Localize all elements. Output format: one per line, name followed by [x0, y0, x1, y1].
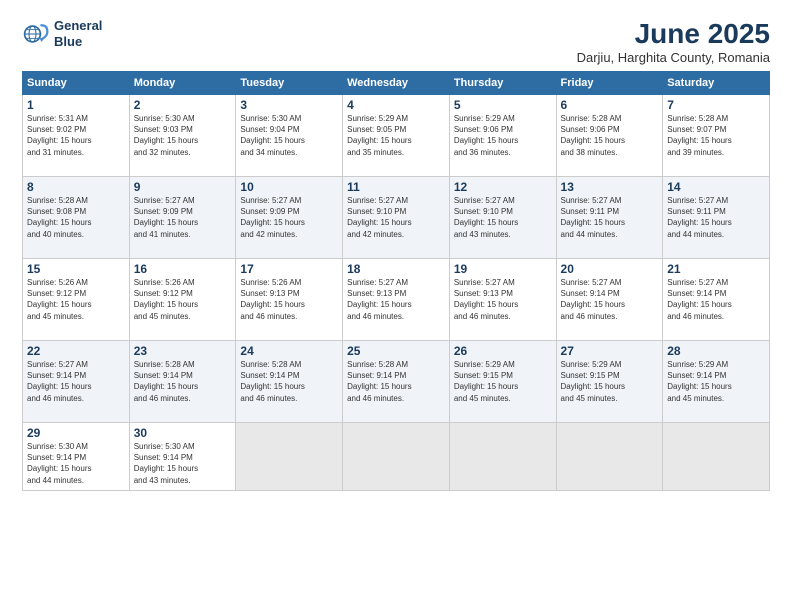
table-row: 24Sunrise: 5:28 AM Sunset: 9:14 PM Dayli…	[236, 341, 343, 423]
table-row: 18Sunrise: 5:27 AM Sunset: 9:13 PM Dayli…	[343, 259, 450, 341]
table-row: 7Sunrise: 5:28 AM Sunset: 9:07 PM Daylig…	[663, 95, 770, 177]
title-area: June 2025 Darjiu, Harghita County, Roman…	[577, 18, 770, 65]
table-row: 10Sunrise: 5:27 AM Sunset: 9:09 PM Dayli…	[236, 177, 343, 259]
table-row: 13Sunrise: 5:27 AM Sunset: 9:11 PM Dayli…	[556, 177, 663, 259]
col-sunday: Sunday	[23, 72, 130, 95]
table-row: 2Sunrise: 5:30 AM Sunset: 9:03 PM Daylig…	[129, 95, 236, 177]
col-tuesday: Tuesday	[236, 72, 343, 95]
table-row: 27Sunrise: 5:29 AM Sunset: 9:15 PM Dayli…	[556, 341, 663, 423]
table-row: 17Sunrise: 5:26 AM Sunset: 9:13 PM Dayli…	[236, 259, 343, 341]
table-row: 4Sunrise: 5:29 AM Sunset: 9:05 PM Daylig…	[343, 95, 450, 177]
table-row: 21Sunrise: 5:27 AM Sunset: 9:14 PM Dayli…	[663, 259, 770, 341]
table-row: 8Sunrise: 5:28 AM Sunset: 9:08 PM Daylig…	[23, 177, 130, 259]
table-row: 14Sunrise: 5:27 AM Sunset: 9:11 PM Dayli…	[663, 177, 770, 259]
table-row	[236, 423, 343, 491]
table-row: 11Sunrise: 5:27 AM Sunset: 9:10 PM Dayli…	[343, 177, 450, 259]
calendar-body: 1Sunrise: 5:31 AM Sunset: 9:02 PM Daylig…	[23, 95, 770, 491]
table-row: 26Sunrise: 5:29 AM Sunset: 9:15 PM Dayli…	[449, 341, 556, 423]
logo: General Blue	[22, 18, 102, 49]
col-friday: Friday	[556, 72, 663, 95]
table-row: 15Sunrise: 5:26 AM Sunset: 9:12 PM Dayli…	[23, 259, 130, 341]
table-row: 19Sunrise: 5:27 AM Sunset: 9:13 PM Dayli…	[449, 259, 556, 341]
table-row: 20Sunrise: 5:27 AM Sunset: 9:14 PM Dayli…	[556, 259, 663, 341]
col-saturday: Saturday	[663, 72, 770, 95]
table-row: 16Sunrise: 5:26 AM Sunset: 9:12 PM Dayli…	[129, 259, 236, 341]
table-row: 30Sunrise: 5:30 AM Sunset: 9:14 PM Dayli…	[129, 423, 236, 491]
table-row: 1Sunrise: 5:31 AM Sunset: 9:02 PM Daylig…	[23, 95, 130, 177]
table-row: 9Sunrise: 5:27 AM Sunset: 9:09 PM Daylig…	[129, 177, 236, 259]
header: General Blue June 2025 Darjiu, Harghita …	[22, 18, 770, 65]
logo-icon	[22, 20, 50, 48]
table-row: 12Sunrise: 5:27 AM Sunset: 9:10 PM Dayli…	[449, 177, 556, 259]
table-row: 23Sunrise: 5:28 AM Sunset: 9:14 PM Dayli…	[129, 341, 236, 423]
table-row: 22Sunrise: 5:27 AM Sunset: 9:14 PM Dayli…	[23, 341, 130, 423]
logo-text-line1: General	[54, 18, 102, 34]
main-title: June 2025	[577, 18, 770, 50]
table-row	[556, 423, 663, 491]
table-row	[343, 423, 450, 491]
table-row: 6Sunrise: 5:28 AM Sunset: 9:06 PM Daylig…	[556, 95, 663, 177]
col-monday: Monday	[129, 72, 236, 95]
table-row: 29Sunrise: 5:30 AM Sunset: 9:14 PM Dayli…	[23, 423, 130, 491]
subtitle: Darjiu, Harghita County, Romania	[577, 50, 770, 65]
table-row: 5Sunrise: 5:29 AM Sunset: 9:06 PM Daylig…	[449, 95, 556, 177]
calendar-header: Sunday Monday Tuesday Wednesday Thursday…	[23, 72, 770, 95]
table-row	[663, 423, 770, 491]
col-thursday: Thursday	[449, 72, 556, 95]
logo-text-line2: Blue	[54, 34, 102, 50]
table-row: 28Sunrise: 5:29 AM Sunset: 9:14 PM Dayli…	[663, 341, 770, 423]
table-row: 3Sunrise: 5:30 AM Sunset: 9:04 PM Daylig…	[236, 95, 343, 177]
table-row: 25Sunrise: 5:28 AM Sunset: 9:14 PM Dayli…	[343, 341, 450, 423]
col-wednesday: Wednesday	[343, 72, 450, 95]
calendar-table: Sunday Monday Tuesday Wednesday Thursday…	[22, 71, 770, 491]
table-row	[449, 423, 556, 491]
